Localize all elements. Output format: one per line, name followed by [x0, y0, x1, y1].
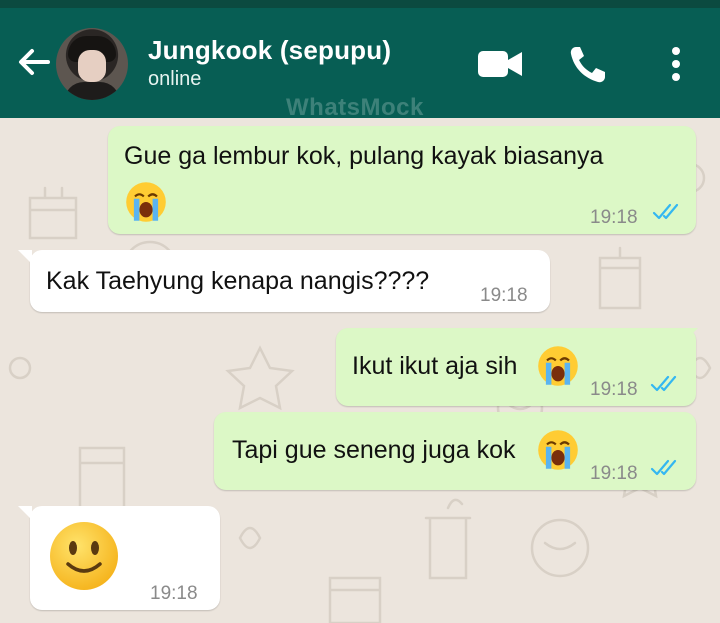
- video-call-icon[interactable]: [476, 42, 524, 86]
- loudly-crying-face-emoji: [538, 346, 578, 386]
- contact-status: online: [148, 68, 202, 90]
- message-text: Ikut ikut aja sih: [352, 352, 518, 380]
- message-time: 19:18: [480, 285, 528, 306]
- back-arrow-icon[interactable]: [14, 42, 54, 82]
- message-time: 19:18: [590, 463, 638, 484]
- chat-header: Jungkook (sepupu) online WhatsMock: [0, 8, 720, 121]
- read-receipt-icon: [652, 203, 679, 220]
- slightly-smiling-face-emoji: [50, 522, 118, 590]
- bubble-tail: [684, 328, 698, 342]
- contact-name[interactable]: Jungkook (sepupu): [148, 35, 391, 66]
- avatar[interactable]: [56, 28, 128, 100]
- message-bubble[interactable]: 19:18: [18, 506, 220, 610]
- message-time: 19:18: [590, 207, 638, 228]
- message-bubble[interactable]: Gue ga lembur kok, pulang kayak biasanya…: [108, 126, 696, 234]
- message-text: Kak Taehyung kenapa nangis????: [46, 267, 430, 295]
- read-receipt-icon: [650, 375, 677, 392]
- message-time: 19:18: [590, 379, 638, 400]
- message-bubble[interactable]: Kak Taehyung kenapa nangis???? 19:18: [18, 250, 550, 312]
- message-text: Gue ga lembur kok, pulang kayak biasanya: [124, 142, 604, 170]
- message-text: Tapi gue seneng juga kok: [232, 436, 516, 464]
- message-bubble[interactable]: Ikut ikut aja sih 19:18: [336, 328, 698, 406]
- message-bubble[interactable]: Tapi gue seneng juga kok 19:18: [214, 412, 696, 490]
- message-time: 19:18: [150, 583, 198, 604]
- chat-area[interactable]: Gue ga lembur kok, pulang kayak biasanya…: [0, 118, 720, 623]
- phone-call-icon[interactable]: [566, 42, 614, 86]
- loudly-crying-face-emoji: [538, 430, 578, 470]
- bubble-tail: [18, 506, 32, 520]
- status-bar: [0, 0, 720, 8]
- read-receipt-icon: [650, 459, 677, 476]
- bubble-tail: [18, 250, 32, 264]
- loudly-crying-face-emoji: [126, 182, 166, 222]
- more-options-icon[interactable]: [660, 42, 692, 86]
